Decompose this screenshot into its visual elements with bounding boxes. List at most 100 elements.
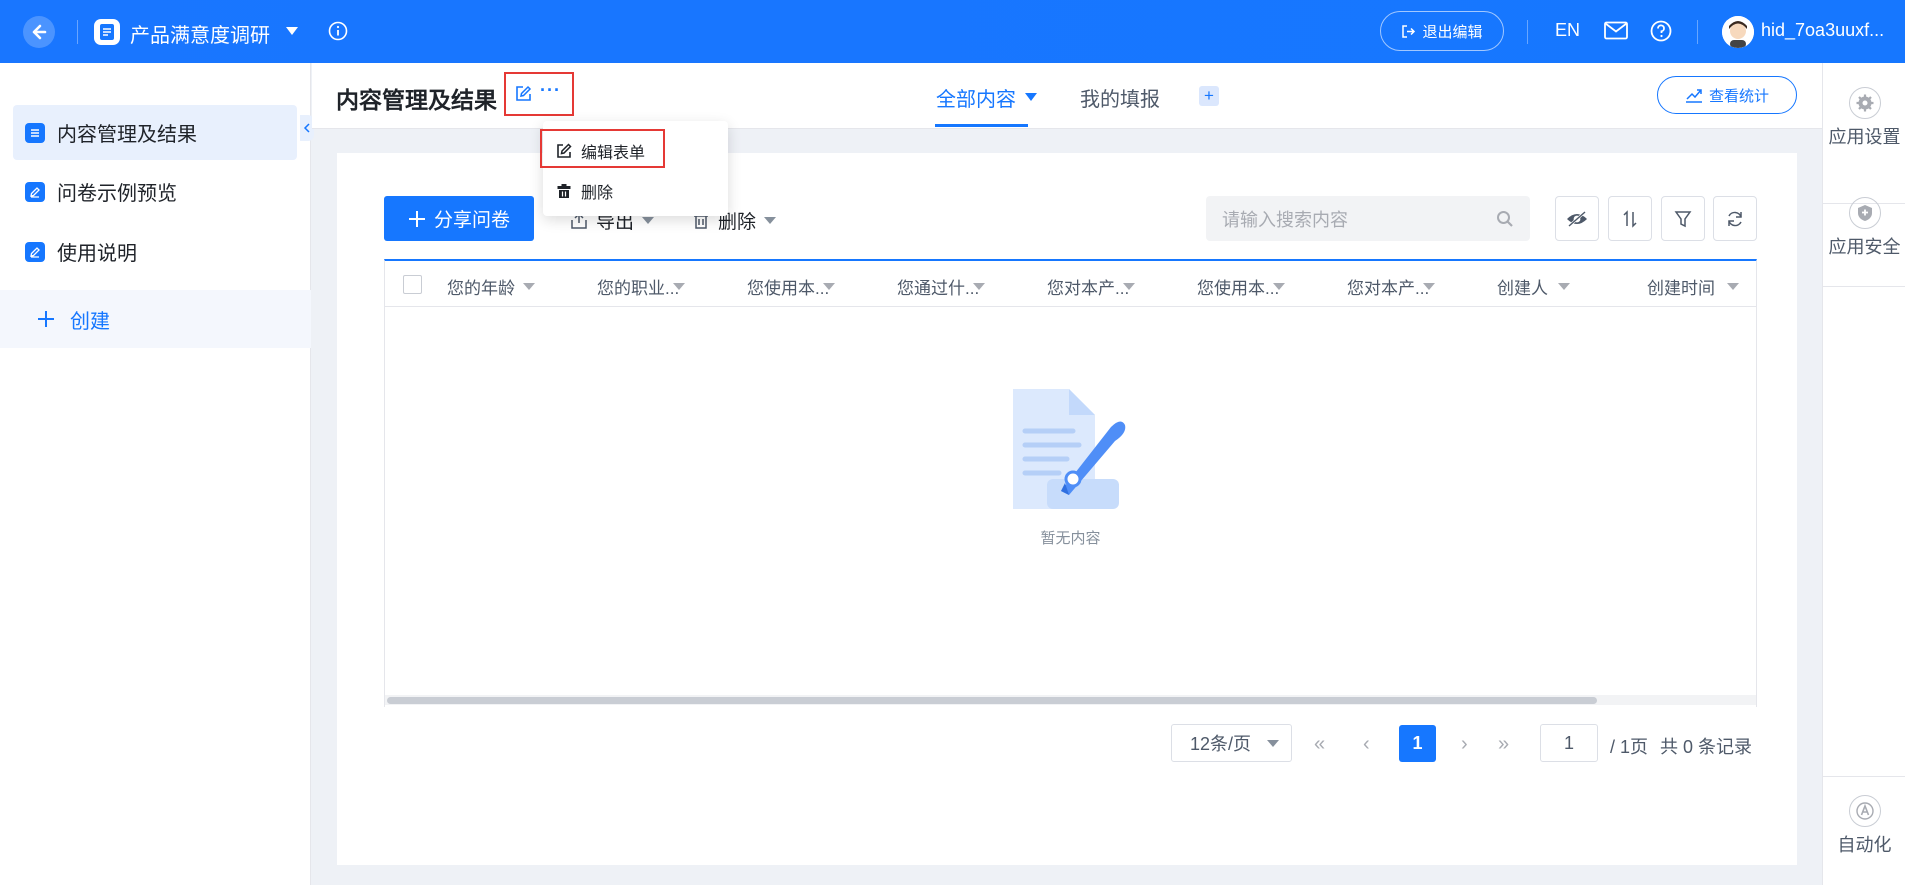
column-header[interactable]: 您对本产... — [1047, 274, 1129, 299]
chevron-down-icon[interactable] — [973, 283, 985, 290]
add-tab-button[interactable]: + — [1199, 86, 1219, 106]
app-settings-button[interactable]: 应用设置 — [1823, 87, 1905, 149]
page-number-current[interactable]: 1 — [1399, 725, 1436, 762]
menu-item-label: 删除 — [581, 185, 614, 202]
page-jump-input[interactable]: 1 — [1540, 724, 1598, 762]
empty-document-icon — [1013, 389, 1126, 509]
sidebar-item-instructions[interactable]: 使用说明 — [13, 224, 297, 279]
tab-my-submissions[interactable]: 我的填报 — [1080, 83, 1160, 112]
sidebar-item-label: 问卷示例预览 — [57, 183, 177, 205]
chevron-down-icon[interactable] — [823, 283, 835, 290]
plus-icon — [408, 210, 425, 227]
highlight-box — [540, 129, 665, 168]
column-header[interactable]: 您使用本... — [747, 274, 829, 299]
exit-icon — [1402, 24, 1416, 38]
active-tab-indicator — [935, 124, 1028, 127]
chevron-down-icon[interactable] — [1558, 283, 1570, 290]
select-all-checkbox[interactable] — [403, 275, 422, 294]
prev-page-icon[interactable]: ‹ — [1363, 733, 1370, 756]
chevron-down-icon[interactable] — [673, 283, 685, 290]
column-header[interactable]: 您的年龄 — [447, 274, 515, 299]
top-bar: 产品满意度调研 退出编辑 EN hid_7oa3uuxf... — [0, 0, 1905, 63]
search-placeholder: 请输入搜索内容 — [1222, 209, 1348, 230]
scrollbar-thumb[interactable] — [387, 697, 1597, 704]
divider — [1697, 20, 1698, 44]
arrow-left-icon — [32, 24, 47, 40]
chevron-down-icon[interactable] — [523, 283, 535, 290]
share-survey-button[interactable]: 分享问卷 — [384, 196, 534, 241]
rail-label: 应用安全 — [1828, 237, 1901, 257]
column-header[interactable]: 创建时间 — [1647, 274, 1715, 299]
filter-icon — [1674, 210, 1692, 227]
automation-icon — [1848, 795, 1881, 827]
rail-label: 应用设置 — [1828, 127, 1901, 147]
divider — [1823, 286, 1905, 287]
page-size-select[interactable]: 12条/页 — [1171, 724, 1292, 762]
divider — [77, 20, 78, 44]
app-security-button[interactable]: 应用安全 — [1823, 197, 1905, 259]
username[interactable]: hid_7oa3uuxf... — [1761, 20, 1884, 41]
right-rail: 应用设置 应用安全 自动化 — [1822, 63, 1905, 885]
filter-button[interactable] — [1661, 196, 1705, 241]
trash-icon — [557, 184, 571, 198]
mail-icon[interactable] — [1604, 21, 1628, 45]
toggle-visibility-button[interactable] — [1555, 196, 1599, 241]
first-page-icon[interactable]: « — [1314, 733, 1325, 756]
automation-button[interactable]: 自动化 — [1823, 795, 1905, 857]
table-header: 您的年龄 您的职业... 您使用本... 您通过什... 您对本产... 您使用… — [385, 261, 1756, 307]
column-header[interactable]: 您使用本... — [1197, 274, 1279, 299]
chevron-down-icon[interactable] — [1273, 283, 1285, 290]
main-card: 分享问卷 导出 删除 请输入搜索内容 您的年龄 您的职业... 您使用本... — [337, 153, 1797, 865]
column-header[interactable]: 创建人 — [1497, 274, 1548, 299]
refresh-icon — [1728, 211, 1742, 226]
sidebar: 内容管理及结果 问卷示例预览 使用说明 创建 — [0, 63, 311, 885]
sort-button[interactable] — [1608, 196, 1652, 241]
refresh-button[interactable] — [1713, 196, 1757, 241]
rail-label: 自动化 — [1837, 835, 1892, 855]
back-button[interactable] — [23, 16, 55, 48]
chevron-down-icon — [1267, 739, 1279, 747]
exit-edit-button[interactable]: 退出编辑 — [1380, 11, 1504, 51]
sidebar-item-label: 使用说明 — [57, 243, 137, 265]
empty-state-text: 暂无内容 — [1040, 530, 1101, 547]
avatar[interactable] — [1722, 16, 1754, 48]
content-header: 内容管理及结果 ··· 全部内容 我的填报 + 查看统计 — [312, 63, 1822, 129]
sort-icon — [1623, 209, 1637, 228]
app-form-icon — [94, 19, 120, 45]
chevron-down-icon[interactable] — [1423, 283, 1435, 290]
create-button[interactable]: 创建 — [0, 290, 311, 348]
last-page-icon[interactable]: » — [1498, 733, 1509, 756]
column-header[interactable]: 您对本产... — [1347, 274, 1429, 299]
app-switch-caret-icon[interactable] — [286, 27, 298, 35]
help-icon[interactable] — [1650, 20, 1672, 47]
column-header[interactable]: 您通过什... — [897, 274, 979, 299]
chevron-down-icon[interactable] — [1025, 93, 1037, 101]
shield-icon — [1848, 197, 1881, 229]
edit-title-icon[interactable] — [515, 85, 532, 107]
sidebar-item-label: 内容管理及结果 — [57, 124, 197, 146]
sidebar-item-survey-preview[interactable]: 问卷示例预览 — [13, 164, 297, 219]
chevron-left-icon — [303, 123, 310, 133]
next-page-icon[interactable]: › — [1461, 733, 1468, 756]
search-input[interactable]: 请输入搜索内容 — [1206, 196, 1530, 241]
app-title[interactable]: 产品满意度调研 — [130, 19, 270, 48]
info-icon[interactable] — [328, 21, 348, 46]
page-size-label: 12条/页 — [1190, 734, 1252, 754]
eye-off-icon — [1567, 210, 1587, 227]
chevron-down-icon — [764, 217, 777, 224]
view-statistics-button[interactable]: 查看统计 — [1657, 76, 1797, 114]
chevron-down-icon[interactable] — [1727, 283, 1739, 290]
menu-item-delete[interactable]: 删除 — [556, 179, 613, 203]
language-switch[interactable]: EN — [1555, 20, 1580, 41]
column-header[interactable]: 您的职业... — [597, 274, 679, 299]
search-icon[interactable] — [1496, 210, 1514, 228]
chevron-down-icon[interactable] — [1123, 283, 1135, 290]
gear-icon — [1848, 87, 1881, 119]
horizontal-scrollbar[interactable] — [385, 695, 1756, 705]
total-pages-text: / 1页 — [1610, 737, 1649, 757]
sidebar-item-content-management[interactable]: 内容管理及结果 — [13, 105, 297, 160]
more-options-icon[interactable]: ··· — [540, 80, 561, 101]
tab-all-content[interactable]: 全部内容 — [936, 83, 1016, 112]
list-icon — [25, 122, 45, 143]
data-table: 您的年龄 您的职业... 您使用本... 您通过什... 您对本产... 您使用… — [384, 259, 1757, 707]
